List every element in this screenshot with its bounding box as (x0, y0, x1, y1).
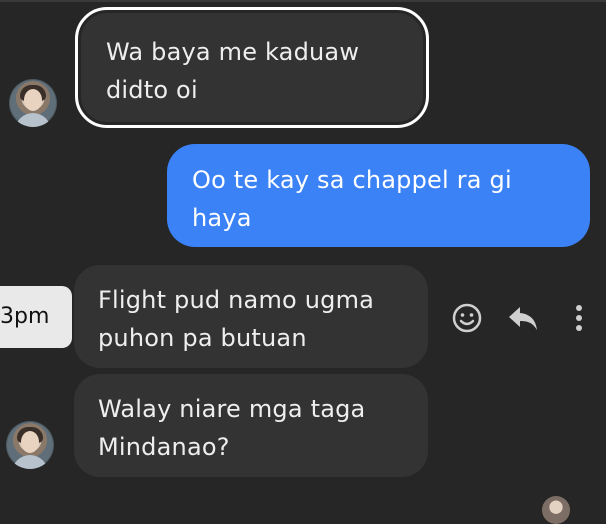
message-bubble-incoming[interactable]: Walay niare mga taga Mindanao? (74, 374, 428, 477)
smiley-icon (452, 303, 482, 333)
read-receipt-avatar (542, 496, 570, 524)
sender-avatar[interactable] (9, 79, 57, 127)
timestamp-tooltip: 3pm (0, 286, 72, 348)
message-bubble-incoming[interactable]: Flight pud namo ugma puhon pa butuan (74, 265, 428, 368)
react-button[interactable] (449, 300, 485, 336)
timestamp-text: 3pm (0, 304, 50, 329)
sender-avatar[interactable] (6, 421, 54, 469)
message-text-line: Mindanao? (98, 433, 230, 461)
message-text-line: Flight pud namo ugma (98, 286, 375, 314)
message-bubble-outgoing[interactable]: Oo te kay sa chappel ra gi haya (167, 144, 590, 247)
reply-icon (509, 307, 537, 330)
reply-button[interactable] (505, 300, 541, 336)
more-vertical-icon (576, 305, 582, 331)
message-text-line: haya (192, 204, 252, 232)
more-options-button[interactable] (561, 300, 597, 336)
message-highlight-outline (75, 7, 429, 128)
message-text-line: puhon pa butuan (98, 324, 307, 352)
top-divider (0, 0, 606, 2)
message-text-line: Oo te kay sa chappel ra gi (192, 166, 512, 194)
message-text-line: Walay niare mga taga (98, 395, 366, 423)
